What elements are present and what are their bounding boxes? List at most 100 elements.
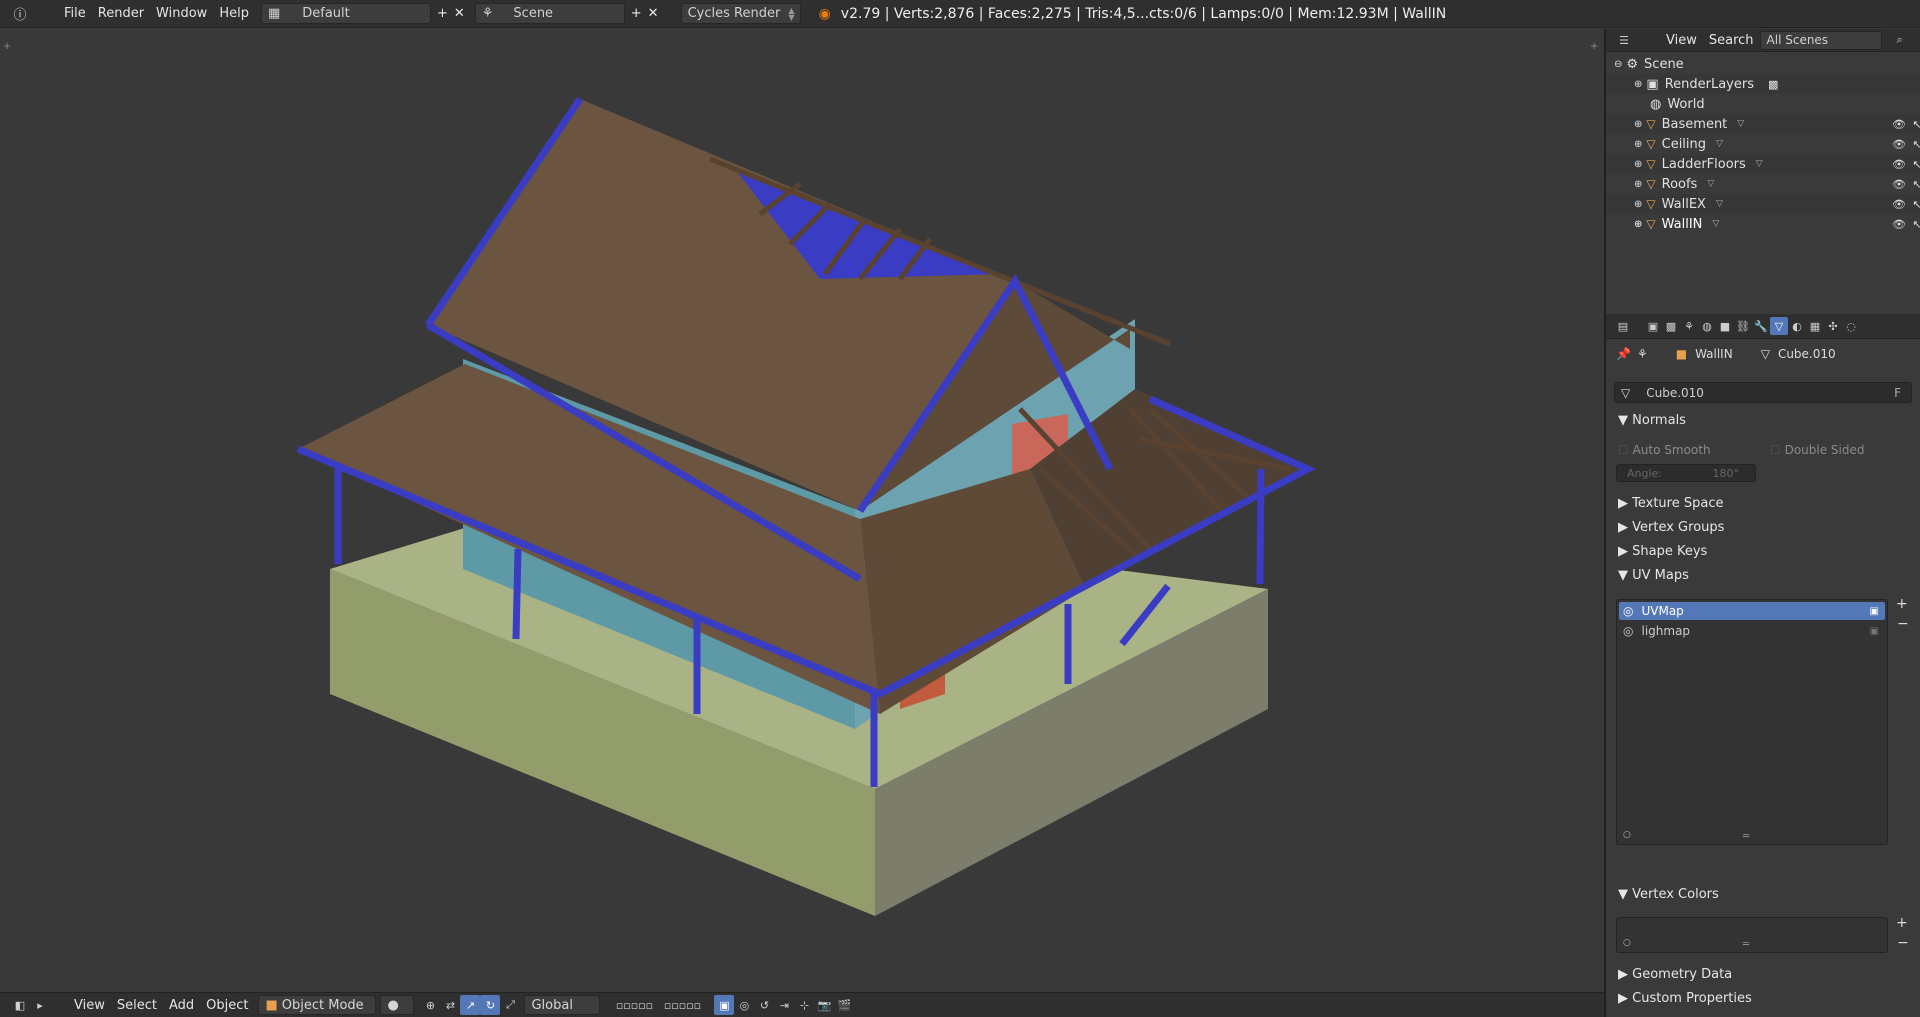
menu-help[interactable]: Help xyxy=(213,3,255,25)
outliner-item[interactable]: ⊕ ▽ Roofs ▽ 👁↖▣ xyxy=(1606,174,1920,194)
outliner-editor-icon[interactable]: ☰ xyxy=(1614,30,1634,50)
fake-user-button[interactable]: F xyxy=(1894,386,1901,400)
add-uv-map-button[interactable]: + xyxy=(1896,596,1908,612)
visibility-eye-icon[interactable]: 👁 xyxy=(1892,158,1906,171)
outliner-item[interactable]: ◍ World xyxy=(1606,94,1920,114)
outliner-item[interactable]: ⊖ ⚙ Scene xyxy=(1606,54,1920,74)
context-object[interactable]: WallIN xyxy=(1695,347,1733,361)
vertex-colors-list[interactable]: ○ ═ xyxy=(1616,917,1888,953)
material-tab-icon[interactable]: ◐ xyxy=(1788,317,1806,335)
object-tab-icon[interactable]: ■ xyxy=(1716,317,1734,335)
render-engine-selector[interactable]: Cycles Render ▲ ▼ xyxy=(680,3,801,24)
outliner-item-selected[interactable]: ⊕ ▽ WallIN ▽ 👁↖▣ xyxy=(1606,214,1920,234)
constraints-tab-icon[interactable]: ⛓ xyxy=(1734,317,1752,335)
add-scene-icon[interactable]: + xyxy=(631,6,642,21)
snap-element-icon[interactable]: ⇥ xyxy=(774,995,794,1015)
info-editor-icon[interactable]: ⓘ xyxy=(0,3,40,25)
mesh-browse-icon[interactable]: ▽ xyxy=(1621,386,1630,400)
visibility-eye-icon[interactable]: 👁 xyxy=(1892,198,1906,211)
pin-icon[interactable]: 📌 xyxy=(1616,347,1631,361)
menu-view[interactable]: View xyxy=(68,994,111,1016)
visibility-eye-icon[interactable]: 👁 xyxy=(1892,118,1906,131)
menu-add[interactable]: Add xyxy=(163,994,200,1016)
expand-icon[interactable]: ⊕ xyxy=(1634,79,1642,90)
outliner-search-icon[interactable]: ⌕ xyxy=(1890,30,1910,50)
properties-editor-icon[interactable]: ▤ xyxy=(1614,317,1632,335)
3d-view-editor-icon[interactable]: ◧ xyxy=(10,995,30,1015)
list-filter-icon[interactable]: ○ xyxy=(1623,938,1631,948)
mesh-data-tab-icon[interactable]: ▽ xyxy=(1770,317,1788,335)
outliner-item[interactable]: ⊕ ▽ Basement ▽ 👁↖▣ xyxy=(1606,114,1920,134)
expand-icon[interactable]: ⊕ xyxy=(1634,159,1642,170)
add-layout-icon[interactable]: + xyxy=(437,6,448,21)
mesh-name-field[interactable]: ▽ Cube.010 F xyxy=(1614,382,1912,403)
3d-viewport[interactable]: + + xyxy=(0,29,1604,992)
proportional-edit-icon[interactable]: ◎ xyxy=(734,995,754,1015)
physics-tab-icon[interactable]: ◌ xyxy=(1842,317,1860,335)
expand-icon[interactable]: ⊕ xyxy=(1634,179,1642,190)
outliner-item[interactable]: ⊕ ▽ Ceiling ▽ 👁↖▣ xyxy=(1606,134,1920,154)
orientation-selector[interactable]: Global xyxy=(524,995,601,1015)
section-shape-keys[interactable]: ▶ Shape Keys xyxy=(1618,544,1707,559)
select-cursor-icon[interactable]: ↖ xyxy=(1910,158,1920,171)
context-mesh[interactable]: Cube.010 xyxy=(1778,347,1836,361)
texture-tab-icon[interactable]: ▦ xyxy=(1806,317,1824,335)
particles-tab-icon[interactable]: ✣ xyxy=(1824,317,1842,335)
layers-grid-icon[interactable]: ▫▫▫▫▫ xyxy=(610,995,658,1015)
render-tab-icon[interactable]: ▣ xyxy=(1644,317,1662,335)
menu-render[interactable]: Render xyxy=(92,3,150,25)
render-animation-icon[interactable]: 🎬 xyxy=(834,995,854,1015)
expand-icon[interactable]: ⊕ xyxy=(1634,219,1642,230)
render-opengl-icon[interactable]: 📷 xyxy=(814,995,834,1015)
select-cursor-icon[interactable]: ↖ xyxy=(1910,218,1920,231)
select-cursor-icon[interactable]: ↖ xyxy=(1910,178,1920,191)
menu-window[interactable]: Window xyxy=(150,3,213,25)
list-filter-icon[interactable]: ○ xyxy=(1623,830,1631,840)
scene-selector[interactable]: ⚘ Scene xyxy=(474,3,625,24)
select-cursor-icon[interactable]: ↖ xyxy=(1910,138,1920,151)
scale-manipulator-icon[interactable]: ⤢ xyxy=(500,995,520,1015)
visibility-eye-icon[interactable]: 👁 xyxy=(1892,138,1906,151)
uv-map-item[interactable]: ◎ lighmap ▣ xyxy=(1619,622,1885,640)
expand-icon[interactable]: ⊕ xyxy=(1634,119,1642,130)
outliner-display-selector[interactable]: All Scenes xyxy=(1759,30,1882,50)
menu-collapse-icon[interactable]: ▸ xyxy=(30,995,50,1015)
list-resize-handle[interactable]: ═ xyxy=(1743,831,1749,842)
manipulator-toggle-icon[interactable]: ⇄ xyxy=(440,995,460,1015)
snap-target-icon[interactable]: ⊹ xyxy=(794,995,814,1015)
layout-selector[interactable]: ▦ Default xyxy=(260,3,431,24)
menu-object[interactable]: Object xyxy=(200,994,254,1016)
menu-file[interactable]: File xyxy=(58,3,92,25)
section-texture-space[interactable]: ▶ Texture Space xyxy=(1618,496,1723,511)
rotate-manipulator-icon[interactable]: ↻ xyxy=(480,995,501,1015)
shading-selector[interactable]: ● xyxy=(380,995,415,1015)
remove-uv-map-button[interactable]: − xyxy=(1897,616,1909,632)
expand-icon[interactable]: ⊕ xyxy=(1634,199,1642,210)
uv-render-camera-icon[interactable]: ▣ xyxy=(1870,606,1879,617)
list-resize-handle[interactable]: ═ xyxy=(1743,939,1749,950)
add-vertex-color-button[interactable]: + xyxy=(1896,915,1908,931)
menu-select[interactable]: Select xyxy=(111,994,163,1016)
section-uv-maps[interactable]: ▼ UV Maps xyxy=(1618,568,1689,583)
auto-smooth-checkbox[interactable]: ☐ Auto Smooth xyxy=(1618,443,1711,457)
section-vertex-colors[interactable]: ▼ Vertex Colors xyxy=(1618,887,1719,902)
lock-layers-icon[interactable]: ▣ xyxy=(714,995,735,1015)
renderlayer-toggle-icon[interactable]: ▩ xyxy=(1768,78,1778,91)
world-tab-icon[interactable]: ◍ xyxy=(1698,317,1716,335)
outliner-item[interactable]: ⊕ ▽ LadderFloors ▽ 👁↖▣ xyxy=(1606,154,1920,174)
visibility-eye-icon[interactable]: 👁 xyxy=(1892,218,1906,231)
uv-map-item-selected[interactable]: ◎ UVMap ▣ xyxy=(1619,602,1885,620)
select-cursor-icon[interactable]: ↖ xyxy=(1910,198,1920,211)
section-geometry-data[interactable]: ▶ Geometry Data xyxy=(1618,967,1732,982)
double-sided-checkbox[interactable]: ☐ Double Sided xyxy=(1770,443,1865,457)
expand-icon[interactable]: ⊖ xyxy=(1614,59,1622,70)
select-cursor-icon[interactable]: ↖ xyxy=(1910,118,1920,131)
translate-manipulator-icon[interactable]: ↗ xyxy=(460,995,481,1015)
modifiers-tab-icon[interactable]: 🔧 xyxy=(1752,317,1770,335)
remove-layout-icon[interactable]: ✕ xyxy=(454,6,465,21)
snap-toggle-icon[interactable]: ↺ xyxy=(754,995,774,1015)
visibility-eye-icon[interactable]: 👁 xyxy=(1892,178,1906,191)
layers-grid-2-icon[interactable]: ▫▫▫▫▫ xyxy=(658,995,706,1015)
scene-tab-icon[interactable]: ⚘ xyxy=(1680,317,1698,335)
uv-render-camera-icon[interactable]: ▣ xyxy=(1870,626,1879,637)
